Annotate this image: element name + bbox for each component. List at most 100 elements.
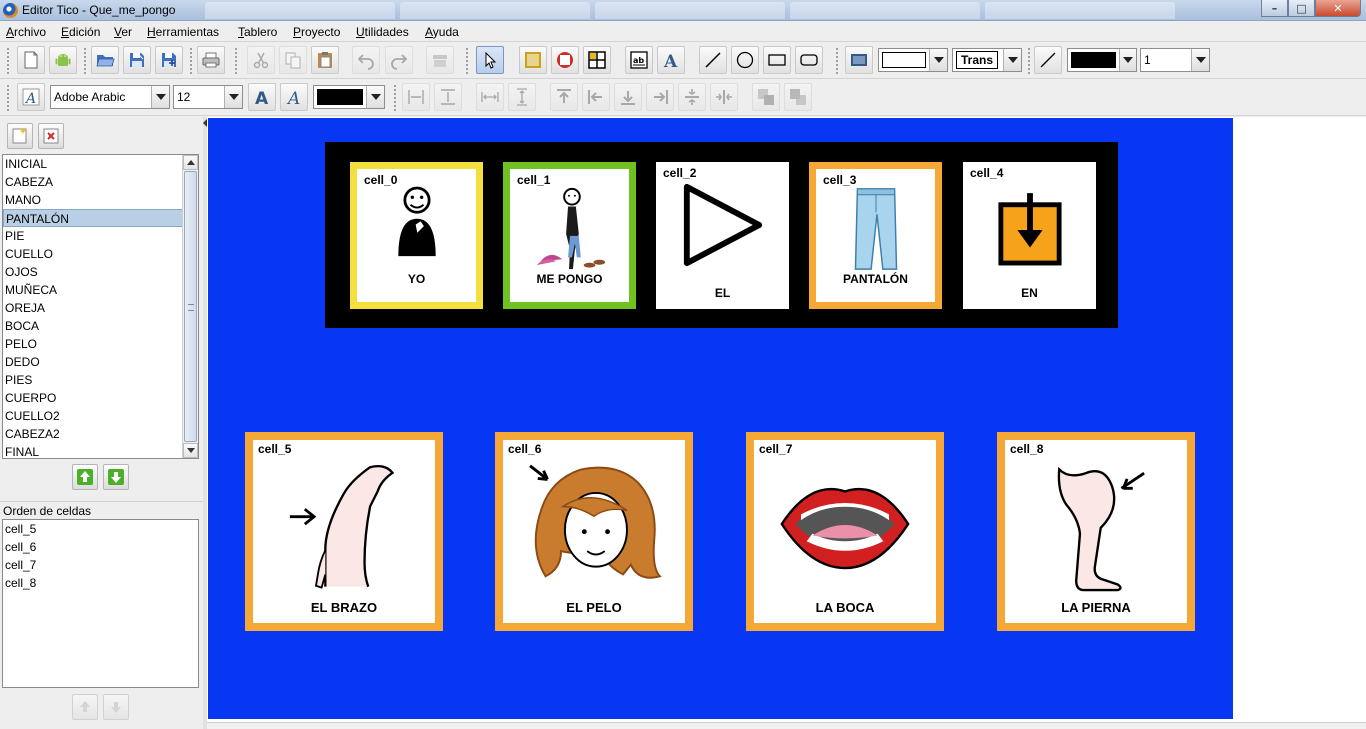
grid-tool-button[interactable] <box>583 46 611 74</box>
align-bottom-button[interactable] <box>614 83 642 111</box>
label-tool-button[interactable]: A <box>657 46 685 74</box>
distribute-vertical-button[interactable] <box>508 83 536 111</box>
cell-order-item[interactable]: cell_8 <box>3 574 198 592</box>
close-button[interactable]: ✕ <box>1315 0 1361 17</box>
board-list-item[interactable]: CUELLO2 <box>3 407 198 425</box>
save-as-button[interactable] <box>155 46 183 74</box>
board-list-item[interactable]: CUERPO <box>3 389 198 407</box>
rounded-rectangle-tool-button[interactable] <box>795 46 823 74</box>
canvas-horizontal-scrollbar[interactable] <box>207 722 1366 729</box>
menu-utilidades[interactable]: Utilidades <box>356 25 409 39</box>
save-button[interactable] <box>123 46 151 74</box>
cut-button[interactable] <box>247 46 275 74</box>
italic-button[interactable]: A <box>280 83 308 111</box>
bring-front-button[interactable] <box>752 83 780 111</box>
menu-proyecto[interactable]: Proyecto <box>293 25 340 39</box>
ellipse-tool-button[interactable] <box>731 46 759 74</box>
new-project-button[interactable] <box>17 46 45 74</box>
move-cell-down-button[interactable] <box>103 694 129 720</box>
redo-button[interactable] <box>385 46 413 74</box>
board-list-item[interactable]: PIES <box>3 371 198 389</box>
rectangle-tool-button[interactable] <box>763 46 791 74</box>
bold-button[interactable]: A <box>248 83 276 111</box>
board-list-item[interactable]: OREJA <box>3 299 198 317</box>
board-list[interactable]: INICIAL CABEZA MANO PANTALÓN PIE CUELLO OJOS MU… <box>2 154 199 459</box>
board-cell-cell-6[interactable]: cell_6 EL PELO <box>495 432 693 631</box>
cell-order-item[interactable]: cell_6 <box>3 538 198 556</box>
board-list-scrollbar[interactable] <box>182 155 198 458</box>
line-tool-button[interactable] <box>699 46 727 74</box>
menu-tablero[interactable]: Tablero <box>238 25 277 39</box>
board-cell-cell-1[interactable]: cell_1 ME PONGO <box>503 162 636 309</box>
transparency-combo[interactable]: Trans <box>952 48 1022 72</box>
board-list-item[interactable]: PELO <box>3 335 198 353</box>
minimize-button[interactable]: – <box>1261 0 1288 17</box>
open-button[interactable] <box>91 46 119 74</box>
board-cell-cell-0[interactable]: cell_0 YO <box>350 162 483 309</box>
board-list-item[interactable]: MUÑECA <box>3 281 198 299</box>
board-list-item[interactable]: OJOS <box>3 263 198 281</box>
board-list-item[interactable]: BOCA <box>3 317 198 335</box>
new-board-button[interactable] <box>7 123 33 149</box>
board-cell-cell-5[interactable]: cell_5 EL BRAZO <box>245 432 443 631</box>
text-area-tool-button[interactable]: ab <box>625 46 653 74</box>
board-list-item[interactable]: FINAL <box>3 443 198 458</box>
board-list-item[interactable]: INICIAL <box>3 155 198 173</box>
scroll-thumb[interactable] <box>184 171 197 442</box>
board-list-item[interactable]: PANTALÓN <box>3 209 198 227</box>
menu-ayuda[interactable]: Ayuda <box>425 25 459 39</box>
board-cell-cell-7[interactable]: cell_7 LA BOCA <box>746 432 944 631</box>
board-list-item[interactable]: PIE <box>3 227 198 245</box>
same-width-button[interactable] <box>402 83 430 111</box>
cell-order-item[interactable]: cell_7 <box>3 556 198 574</box>
cell-tool-button[interactable] <box>519 46 547 74</box>
board-list-item[interactable]: DEDO <box>3 353 198 371</box>
align-top-button[interactable] <box>550 83 578 111</box>
board-cell-cell-2[interactable]: cell_2 EL <box>656 162 789 309</box>
paste-button[interactable] <box>311 46 339 74</box>
text-color-combo[interactable] <box>313 85 385 109</box>
send-back-button[interactable] <box>784 83 812 111</box>
board-list-item[interactable]: CABEZA2 <box>3 425 198 443</box>
line-color-button[interactable] <box>1034 46 1062 74</box>
board-cell-cell-8[interactable]: cell_8 LA PIERNA <box>997 432 1195 631</box>
delete-button[interactable] <box>426 46 454 74</box>
board-list-item[interactable]: MANO <box>3 191 198 209</box>
board-list-item[interactable]: CABEZA <box>3 173 198 191</box>
board-canvas[interactable]: cell_0 YO cell_1 ME PONGO cell_2 EL cell_3 PANT… <box>208 118 1233 719</box>
copy-button[interactable] <box>279 46 307 74</box>
select-tool-button[interactable] <box>476 46 504 74</box>
maximize-button[interactable]: □ <box>1288 0 1315 17</box>
font-size-combo[interactable]: 12 <box>173 85 243 109</box>
board-cell-cell-4[interactable]: cell_4 EN <box>963 162 1096 309</box>
move-board-down-button[interactable] <box>103 464 129 490</box>
fill-color-combo[interactable] <box>878 48 948 72</box>
center-vertical-button[interactable] <box>678 83 706 111</box>
controller-cell-tool-button[interactable] <box>551 46 579 74</box>
menu-archivo[interactable]: Archivo <box>6 25 46 39</box>
center-horizontal-button[interactable] <box>710 83 738 111</box>
font-family-combo[interactable]: Adobe Arabic <box>50 85 170 109</box>
text-font-button[interactable]: A <box>17 83 45 111</box>
print-button[interactable] <box>197 46 225 74</box>
cell-order-list[interactable]: cell_5 cell_6 cell_7 cell_8 <box>2 519 199 688</box>
scroll-up-icon[interactable] <box>183 155 198 170</box>
delete-board-button[interactable] <box>38 123 64 149</box>
align-right-button[interactable] <box>646 83 674 111</box>
move-cell-up-button[interactable] <box>72 694 98 720</box>
move-board-up-button[interactable] <box>72 464 98 490</box>
menu-herramientas[interactable]: Herramientas <box>147 25 219 39</box>
board-list-item[interactable]: CUELLO <box>3 245 198 263</box>
board-cell-cell-3[interactable]: cell_3 PANTALÓN <box>809 162 942 309</box>
menu-ver[interactable]: Ver <box>114 25 132 39</box>
scroll-down-icon[interactable] <box>183 443 198 458</box>
undo-button[interactable] <box>352 46 380 74</box>
line-width-combo[interactable]: 1 <box>1140 48 1210 72</box>
line-color-combo[interactable] <box>1067 48 1137 72</box>
distribute-horizontal-button[interactable] <box>476 83 504 111</box>
menu-edicion[interactable]: Edición <box>61 25 100 39</box>
fill-color-button[interactable] <box>845 46 873 74</box>
export-android-button[interactable] <box>49 46 77 74</box>
align-left-button[interactable] <box>582 83 610 111</box>
same-height-button[interactable] <box>434 83 462 111</box>
